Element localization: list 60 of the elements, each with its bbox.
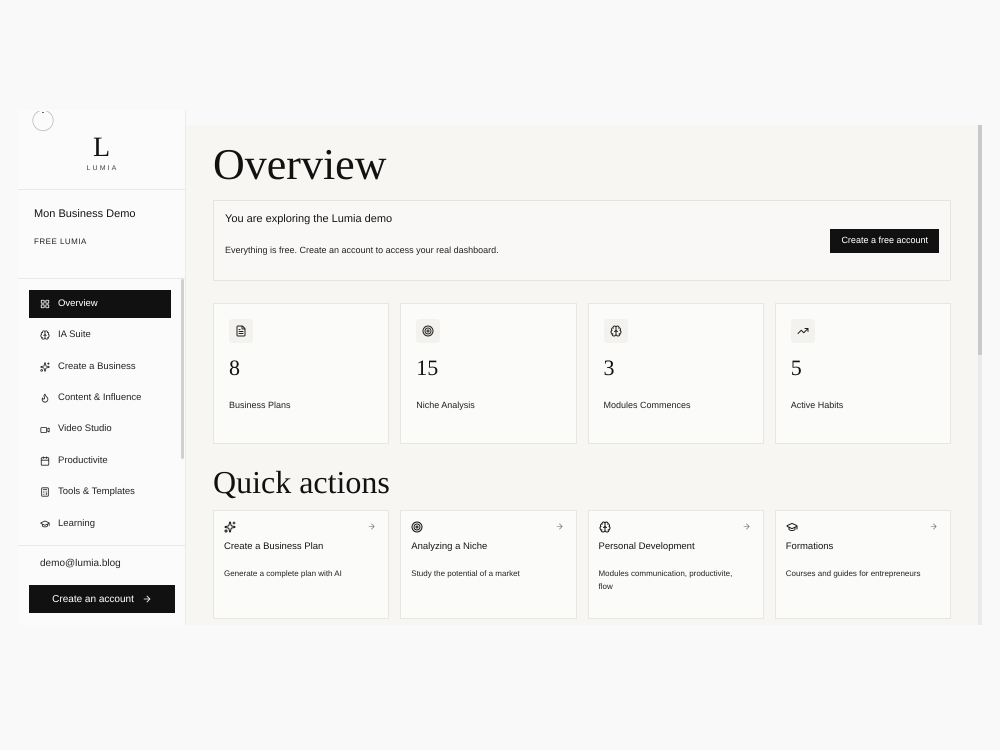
calculator-icon bbox=[40, 487, 50, 498]
brain-icon bbox=[40, 330, 50, 340]
calendar-icon bbox=[40, 456, 50, 466]
action-description: Courses and guides for entrepreneurs bbox=[786, 568, 922, 580]
action-description: Study the potential of a market bbox=[411, 568, 521, 580]
quick-action-card[interactable]: Formations Courses and guides for entrepreneurs bbox=[774, 510, 951, 619]
arrow-right-icon bbox=[142, 594, 152, 604]
plan-label: FREE LUMIA bbox=[34, 237, 87, 247]
banner-title: You are exploring the Lumia demo bbox=[225, 212, 394, 226]
banner-text: Everything is free. Create an account to access your real dashboard. bbox=[225, 244, 499, 256]
stat-label: Modules Commences bbox=[604, 399, 691, 411]
action-title: Formations bbox=[786, 541, 834, 553]
sidebar-toggle-button[interactable] bbox=[32, 111, 54, 132]
logo-letter: L bbox=[92, 134, 110, 162]
nav-item[interactable]: Tools & Templates bbox=[29, 478, 171, 506]
action-title: Create a Business Plan bbox=[224, 541, 324, 553]
stat-value: 5 bbox=[790, 357, 802, 379]
brain-icon bbox=[604, 319, 628, 343]
quick-action-card[interactable]: Personal Development Modules communication, productivite, flow bbox=[588, 510, 764, 619]
user-email: demo@lumia.blog bbox=[39, 557, 122, 570]
workspace-name: Mon Business Demo bbox=[34, 207, 136, 221]
stat-label: Business Plans bbox=[229, 399, 291, 411]
quick-action-card[interactable]: Analyzing a Niche Study the potential of a market bbox=[400, 510, 576, 619]
nav-item[interactable]: Productivite bbox=[29, 446, 171, 475]
stat-value: 8 bbox=[229, 357, 240, 379]
section-title: Quick actions bbox=[213, 466, 391, 498]
document-icon bbox=[229, 319, 253, 343]
arrow-right-icon bbox=[929, 522, 938, 531]
arrow-right-icon bbox=[742, 522, 751, 531]
flame-icon bbox=[40, 393, 50, 404]
nav-item[interactable]: Learning bbox=[29, 510, 171, 538]
page-title: Overview bbox=[213, 143, 388, 187]
trending-up-icon bbox=[790, 319, 815, 343]
graduation-cap-icon bbox=[40, 518, 50, 529]
create-free-account-button[interactable]: Create a free account bbox=[830, 229, 939, 253]
graduation-cap-icon bbox=[786, 521, 798, 533]
arrow-right-icon bbox=[554, 522, 564, 531]
action-description: Generate a complete plan with AI bbox=[224, 568, 343, 580]
stat-value: 3 bbox=[604, 357, 614, 379]
nav-item[interactable]: Overview bbox=[29, 290, 171, 318]
nav-item[interactable]: IA Suite bbox=[29, 321, 171, 350]
brain-icon bbox=[598, 521, 610, 533]
sparkles-icon bbox=[40, 362, 50, 372]
nav-item[interactable]: Video Studio bbox=[29, 416, 171, 444]
stat-label: Niche Analysis bbox=[416, 399, 475, 411]
action-description: Modules communication, productivite, flow bbox=[598, 568, 734, 593]
video-camera-icon bbox=[40, 424, 50, 435]
stat-label: Active Habits bbox=[790, 399, 844, 411]
target-icon bbox=[411, 521, 424, 533]
arrow-right-icon bbox=[367, 522, 376, 531]
action-title: Personal Development bbox=[598, 541, 696, 553]
nav-item[interactable]: Content & Influence bbox=[29, 384, 171, 412]
stat-value: 15 bbox=[416, 357, 438, 379]
nav-item[interactable]: Create a Business bbox=[29, 352, 171, 381]
create-account-button[interactable]: Create an account bbox=[29, 585, 175, 613]
target-icon bbox=[416, 319, 440, 343]
quick-action-card[interactable]: Create a Business Plan Generate a complete plan with AI bbox=[213, 510, 390, 619]
sparkles-icon bbox=[224, 521, 236, 533]
action-title: Analyzing a Niche bbox=[411, 541, 488, 553]
grid-icon bbox=[40, 299, 50, 309]
